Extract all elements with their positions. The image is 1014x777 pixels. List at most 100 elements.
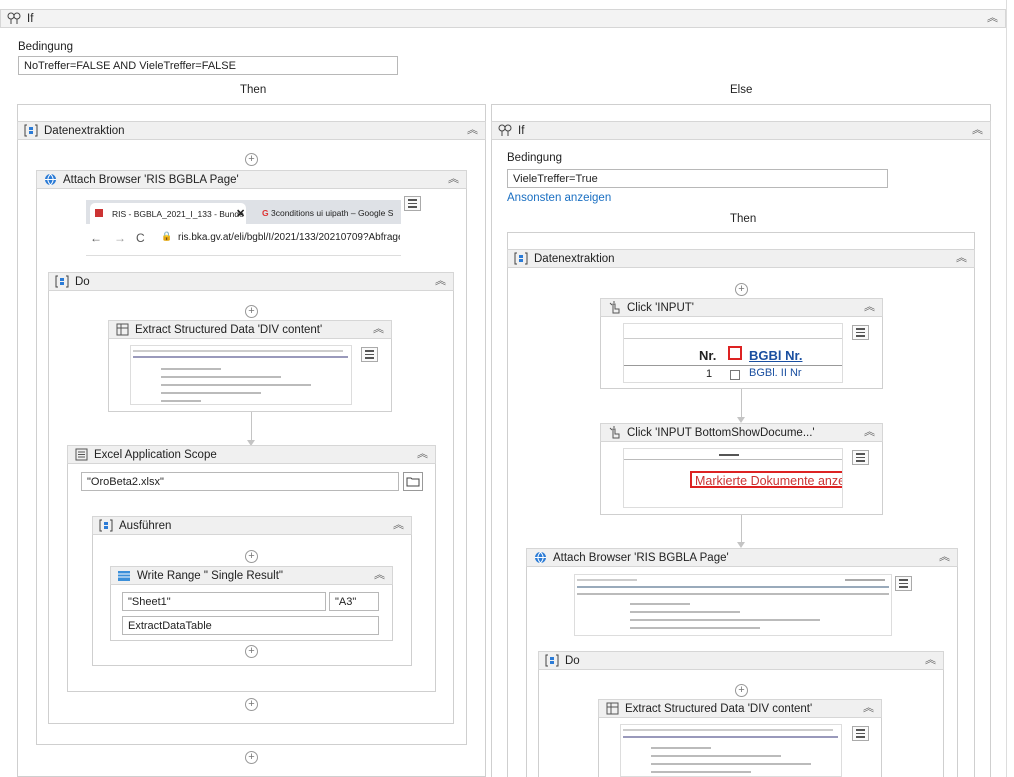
right-then-label: Then: [730, 213, 757, 225]
globe-icon: [43, 173, 57, 187]
close-tab-icon[interactable]: ✕: [236, 207, 245, 220]
menu-icon[interactable]: [404, 196, 421, 211]
else-show-link[interactable]: Ansonsten anzeigen: [507, 192, 611, 204]
outer-if-header[interactable]: If ︽: [0, 9, 1006, 28]
left-do-header[interactable]: Do ︽: [48, 272, 454, 291]
back-icon[interactable]: ←: [90, 231, 102, 245]
collapse-icon[interactable]: ︽: [864, 426, 875, 438]
right-datenextraktion-header[interactable]: Datenextraktion ︽: [507, 249, 975, 268]
collapse-icon[interactable]: ︽: [374, 569, 385, 581]
collapse-icon[interactable]: ︽: [435, 275, 446, 287]
ausfuehren-header[interactable]: Ausführen ︽: [92, 516, 412, 535]
else-label: Else: [730, 84, 753, 96]
collapse-icon[interactable]: ︽: [956, 252, 967, 264]
left-extract-header[interactable]: Extract Structured Data 'DIV content' ︽: [108, 320, 392, 339]
collapse-icon[interactable]: ︽: [373, 323, 384, 335]
extract-icon: [115, 323, 129, 337]
globe-icon: [533, 551, 547, 565]
right-if-header[interactable]: If ︽: [491, 121, 991, 140]
if-icon: [7, 12, 21, 26]
cell-input[interactable]: "A3": [329, 592, 379, 611]
click-bottom-header[interactable]: Click 'INPUT BottomShowDocume...' ︽: [600, 423, 883, 442]
excel-icon: [74, 448, 88, 462]
sequence-icon: [99, 519, 113, 533]
left-extract-title: Extract Structured Data 'DIV content': [135, 323, 323, 336]
right-do-header[interactable]: Do ︽: [538, 651, 944, 670]
add-activity-icon[interactable]: +: [735, 283, 748, 296]
sequence-icon: [514, 252, 528, 266]
top-line: [1006, 0, 1007, 777]
collapse-icon[interactable]: ︽: [939, 551, 950, 563]
excel-scope-title: Excel Application Scope: [94, 448, 217, 461]
write-range-icon: [117, 569, 131, 583]
right-extract-header[interactable]: Extract Structured Data 'DIV content' ︽: [598, 699, 882, 718]
click-icon: [607, 301, 621, 315]
outer-if-title: If: [27, 12, 34, 25]
extract-icon: [605, 702, 619, 716]
collapse-icon[interactable]: ︽: [393, 519, 404, 531]
excel-scope-header[interactable]: Excel Application Scope ︽: [67, 445, 436, 464]
collapse-icon[interactable]: ︽: [864, 301, 875, 313]
then-label: Then: [240, 84, 267, 96]
collapse-icon[interactable]: ︽: [972, 124, 983, 136]
click-input-preview: Nr. BGBl Nr. 1 BGBl. II Nr: [623, 323, 843, 383]
tab-favicon: [95, 209, 103, 217]
collapse-icon[interactable]: ︽: [417, 448, 428, 460]
condition-label: Bedingung: [18, 41, 73, 53]
add-activity-icon[interactable]: +: [245, 550, 258, 563]
right-if-title: If: [518, 124, 525, 137]
ausfuehren-title: Ausführen: [119, 519, 172, 532]
add-activity-icon[interactable]: +: [245, 645, 258, 658]
reload-icon[interactable]: C: [136, 231, 145, 245]
extract-screenshot-thumb: [130, 345, 352, 405]
add-activity-icon[interactable]: +: [735, 684, 748, 697]
collapse-icon[interactable]: ︽: [925, 654, 936, 666]
right-browser-thumb: [574, 574, 892, 636]
browser-tab2[interactable]: G 3conditions ui uipath – Google S: [262, 208, 402, 218]
left-attach-header[interactable]: Attach Browser 'RIS BGBLA Page' ︽: [36, 170, 467, 189]
left-do-title: Do: [75, 275, 90, 288]
add-activity-icon[interactable]: +: [245, 698, 258, 711]
menu-icon[interactable]: [895, 576, 912, 591]
add-activity-icon[interactable]: +: [245, 751, 258, 764]
right-condition-label: Bedingung: [507, 152, 562, 164]
right-seq-title: Datenextraktion: [534, 252, 615, 265]
add-activity-icon[interactable]: +: [245, 153, 258, 166]
sheet-input[interactable]: "Sheet1": [122, 592, 326, 611]
right-attach-title: Attach Browser 'RIS BGBLA Page': [553, 551, 729, 564]
menu-icon[interactable]: [852, 325, 869, 340]
right-attach-header[interactable]: Attach Browser 'RIS BGBLA Page' ︽: [526, 548, 958, 567]
click-icon: [607, 426, 621, 440]
right-condition-input[interactable]: VieleTreffer=True: [507, 169, 888, 188]
condition-input[interactable]: NoTreffer=FALSE AND VieleTreffer=FALSE: [18, 56, 398, 75]
menu-icon[interactable]: [361, 347, 378, 362]
menu-icon[interactable]: [852, 450, 869, 465]
forward-icon[interactable]: →: [114, 231, 126, 245]
click-bottom-preview: Markierte Dokumente anze: [623, 448, 843, 508]
lock-icon: 🔒: [161, 231, 173, 241]
right-extract-thumb: [620, 724, 842, 777]
collapse-icon[interactable]: ︽: [863, 702, 874, 714]
excel-file-input[interactable]: "OroBeta2.xlsx": [81, 472, 399, 491]
folder-icon[interactable]: [403, 472, 423, 491]
if-icon: [498, 124, 512, 138]
sequence-icon: [545, 654, 559, 668]
left-datenextraktion-header[interactable]: Datenextraktion ︽: [17, 121, 486, 140]
click-input-header[interactable]: Click 'INPUT' ︽: [600, 298, 883, 317]
left-seq-title: Datenextraktion: [44, 124, 125, 137]
collapse-icon[interactable]: ︽: [987, 12, 998, 24]
sequence-icon: [55, 275, 69, 289]
write-range-title: Write Range " Single Result": [137, 569, 284, 582]
collapse-icon[interactable]: ︽: [448, 173, 459, 185]
browser-preview: RIS - BGBLA_2021_I_133 - Bunde ✕ G 3cond…: [86, 200, 401, 256]
click-bottom-title: Click 'INPUT BottomShowDocume...': [627, 426, 815, 439]
sequence-icon: [24, 124, 38, 138]
url-bar[interactable]: ris.bka.gv.at/eli/bgbl/I/2021/133/202107…: [178, 232, 400, 243]
write-range-header[interactable]: Write Range " Single Result" ︽: [110, 566, 393, 585]
left-attach-title: Attach Browser 'RIS BGBLA Page': [63, 173, 239, 186]
add-activity-icon[interactable]: +: [245, 305, 258, 318]
browser-tab1[interactable]: RIS - BGBLA_2021_I_133 - Bunde: [112, 209, 244, 219]
menu-icon[interactable]: [852, 726, 869, 741]
collapse-icon[interactable]: ︽: [467, 124, 478, 136]
datatable-input[interactable]: ExtractDataTable: [122, 616, 379, 635]
